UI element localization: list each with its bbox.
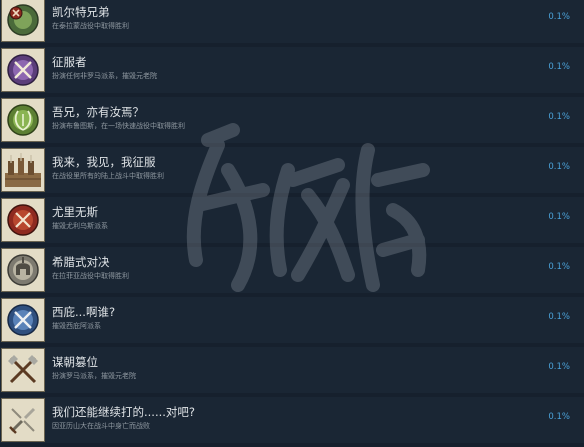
unlock-percentage: 0.1%: [548, 62, 570, 72]
achievement-description: 扮演布鲁图斯，在一场快速战役中取得胜利: [52, 122, 185, 130]
crossed-axes-icon: [1, 348, 45, 392]
unlock-percentage: 0.1%: [548, 362, 570, 372]
achievement-row[interactable]: 我们还能继续打的......对吧? 因亚历山大在战斗中身亡而战败 0.1%: [0, 397, 584, 447]
achievement-title: 我们还能继续打的......对吧?: [52, 405, 196, 419]
achievement-description: 摧毁西庇阿派系: [52, 322, 101, 330]
achievement-row[interactable]: 谋朝篡位 扮演罗马派系，摧毁元老院 0.1%: [0, 347, 584, 397]
julii-shield-icon: [1, 198, 45, 242]
achievement-description: 因亚历山大在战斗中身亡而战败: [52, 422, 150, 430]
achievement-row[interactable]: 尤里无斯 摧毁尤利乌斯派系 0.1%: [0, 197, 584, 247]
achievement-title: 吾兄，亦有汝焉？: [52, 105, 144, 119]
achievement-title: 征服者: [52, 55, 87, 69]
unlock-percentage: 0.1%: [548, 312, 570, 322]
achievement-title: 尤里无斯: [52, 205, 98, 219]
laurel-wreath-icon: [1, 98, 45, 142]
celtic-brothers-icon: [1, 0, 45, 42]
achievement-row[interactable]: 希腊式对决 在拉菲亚战役中取得胜利 0.1%: [0, 247, 584, 297]
achievement-row[interactable]: 我来，我见，我征服 在战役里所有的陆上战斗中取得胜利 0.1%: [0, 147, 584, 197]
unlock-percentage: 0.1%: [548, 112, 570, 122]
conqueror-icon: [1, 48, 45, 92]
unlock-percentage: 0.1%: [548, 262, 570, 272]
achievement-description: 在战役里所有的陆上战斗中取得胜利: [52, 172, 164, 180]
achievement-title: 希腊式对决: [52, 255, 110, 269]
achievement-title: 我来，我见，我征服: [52, 155, 156, 169]
achievement-description: 在拉菲亚战役中取得胜利: [52, 272, 129, 280]
achievement-row[interactable]: 西庇...啊谁? 摧毁西庇阿派系 0.1%: [0, 297, 584, 347]
achievement-title: 西庇...啊谁?: [52, 305, 116, 319]
greek-helmet-icon: [1, 248, 45, 292]
unlock-percentage: 0.1%: [548, 412, 570, 422]
unlock-percentage: 0.1%: [548, 12, 570, 22]
achievement-description: 在泰拉蒙战役中取得胜利: [52, 22, 129, 30]
achievement-row[interactable]: 凯尔特兄弟 在泰拉蒙战役中取得胜利 0.1%: [0, 0, 584, 47]
achievement-description: 扮演罗马派系，摧毁元老院: [52, 372, 136, 380]
broken-sword-icon: [1, 398, 45, 442]
crossed-swords-icon: [1, 298, 45, 342]
achievement-row[interactable]: 吾兄，亦有汝焉？ 扮演布鲁图斯，在一场快速战役中取得胜利 0.1%: [0, 97, 584, 147]
unlock-percentage: 0.1%: [548, 212, 570, 222]
achievement-title: 谋朝篡位: [52, 355, 98, 369]
achievement-description: 摧毁尤利乌斯派系: [52, 222, 108, 230]
legion-battle-icon: [1, 148, 45, 192]
achievement-row[interactable]: 征服者 扮演任何非罗马派系，摧毁元老院 0.1%: [0, 47, 584, 97]
achievement-description: 扮演任何非罗马派系，摧毁元老院: [52, 72, 157, 80]
achievement-title: 凯尔特兄弟: [52, 5, 110, 19]
unlock-percentage: 0.1%: [548, 162, 570, 172]
